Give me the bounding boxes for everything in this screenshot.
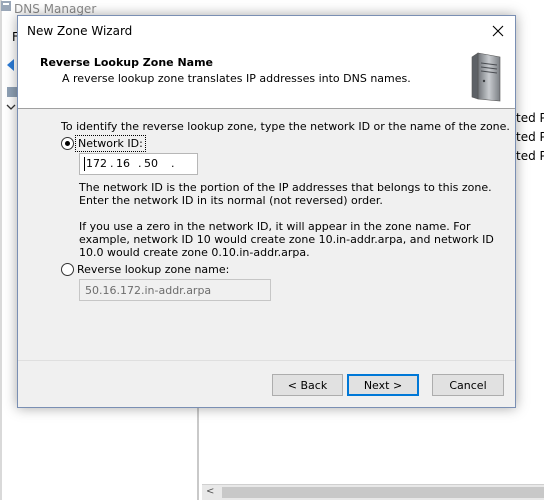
background-left-border bbox=[0, 0, 2, 500]
ip-dot: . bbox=[138, 157, 142, 170]
back-button[interactable]: < Back bbox=[272, 374, 343, 396]
ip-dot: . bbox=[171, 157, 175, 170]
footer-divider bbox=[18, 360, 515, 361]
dns-manager-icon bbox=[1, 1, 11, 11]
ip-dot: . bbox=[110, 157, 114, 170]
chevron-down-icon[interactable] bbox=[6, 102, 16, 112]
background-list-item: ted Pr bbox=[516, 149, 544, 163]
wizard-page-title: Reverse Lookup Zone Name bbox=[40, 56, 214, 69]
wizard-content: To identify the reverse lookup zone, typ… bbox=[18, 110, 515, 360]
background-app-title: DNS Manager bbox=[14, 2, 97, 16]
background-list-item: ted Pr bbox=[516, 130, 544, 144]
text-caret bbox=[84, 157, 85, 171]
new-zone-wizard-dialog: New Zone Wizard Reverse Lookup Zone Name… bbox=[17, 15, 516, 408]
dialog-titlebar[interactable]: New Zone Wizard bbox=[18, 16, 515, 47]
scroll-left-icon[interactable]: < bbox=[206, 486, 214, 497]
zone-name-radio[interactable]: Reverse lookup zone name: bbox=[61, 263, 229, 276]
close-icon bbox=[492, 25, 504, 37]
network-id-radio[interactable]: Network ID: bbox=[61, 135, 146, 152]
ip-octet-1[interactable]: 172 bbox=[86, 157, 107, 170]
dialog-title: New Zone Wizard bbox=[27, 24, 133, 38]
cancel-button[interactable]: Cancel bbox=[432, 374, 504, 396]
radio-button-selected[interactable] bbox=[61, 137, 74, 150]
back-arrow-icon[interactable] bbox=[4, 57, 18, 73]
server-icon bbox=[471, 52, 501, 102]
network-id-label: Network ID: bbox=[75, 135, 146, 152]
wizard-header: Reverse Lookup Zone Name A reverse looku… bbox=[18, 47, 515, 109]
network-id-input[interactable]: 172 . 16 . 50 . bbox=[79, 153, 198, 175]
wizard-page-subtitle: A reverse lookup zone translates IP addr… bbox=[62, 72, 411, 85]
ip-octet-3[interactable]: 50 bbox=[144, 157, 158, 170]
background-list-item: ted Pr bbox=[516, 111, 544, 125]
background-pane-divider[interactable] bbox=[197, 408, 199, 500]
intro-text: To identify the reverse lookup zone, typ… bbox=[61, 120, 510, 133]
zero-help-text: If you use a zero in the network ID, it … bbox=[79, 220, 494, 259]
network-id-help-text: The network ID is the portion of the IP … bbox=[79, 181, 492, 207]
ip-octet-2[interactable]: 16 bbox=[116, 157, 130, 170]
radio-button-unselected[interactable] bbox=[61, 263, 74, 276]
zone-name-input[interactable]: 50.16.172.in-addr.arpa bbox=[79, 279, 271, 301]
scrollbar-thumb[interactable] bbox=[222, 487, 544, 498]
close-button[interactable] bbox=[481, 16, 515, 46]
next-button[interactable]: Next > bbox=[347, 374, 419, 396]
zone-name-label: Reverse lookup zone name: bbox=[77, 263, 230, 276]
